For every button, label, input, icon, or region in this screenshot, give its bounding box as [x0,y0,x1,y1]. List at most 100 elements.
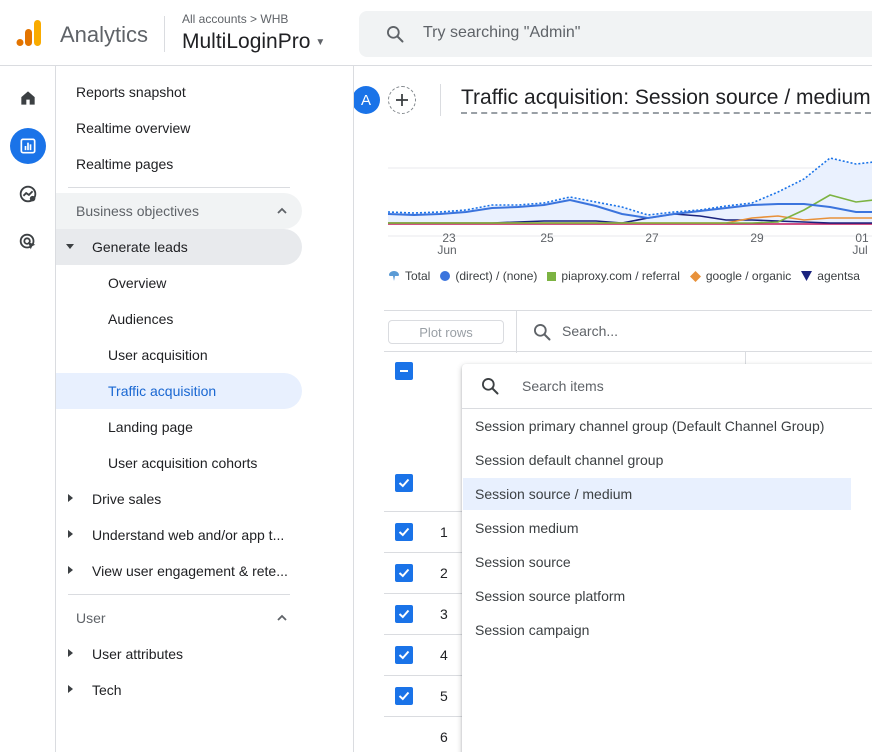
x-tick-day: 27 [645,231,659,245]
nav-tech[interactable]: Tech [56,672,302,708]
legend-item-google[interactable]: google / organic [689,269,792,283]
explore-icon [19,185,37,203]
global-search[interactable]: Try searching "Admin" [359,11,872,57]
table-search-input[interactable]: Search... [562,323,618,339]
nav-divider [68,187,290,188]
controls-divider [516,311,517,353]
search-icon [387,26,404,43]
analytics-app: Analytics All accounts > WHB MultiLoginP… [0,0,872,752]
dropdown-option[interactable]: Session medium [463,512,851,544]
nav-view-engagement-label: View user engagement & rete... [92,563,288,579]
triangle-marker-icon [801,271,813,281]
row-number: 2 [440,565,448,581]
line-chart-svg: 23Jun25 27 29 01Jul [387,157,872,257]
nav-reports-snapshot[interactable]: Reports snapshot [56,74,302,110]
nav-view-engagement[interactable]: View user engagement & rete... [56,553,302,589]
nav-audiences[interactable]: Audiences [56,301,302,337]
row-checkbox[interactable] [395,564,413,582]
triangle-right-icon [68,685,73,693]
x-tick-day: 25 [540,231,554,245]
header-divider [164,16,165,52]
top-bar: Analytics All accounts > WHB MultiLoginP… [0,0,872,66]
nav-drive-sales[interactable]: Drive sales [56,481,302,517]
chevron-up-icon [277,207,287,214]
chevron-up-icon [277,614,287,621]
plot-rows-button[interactable]: Plot rows [388,320,504,344]
dropdown-option[interactable]: Session source platform [463,580,851,612]
add-comparison-button[interactable] [388,86,416,114]
minus-icon [400,370,408,372]
comparison-avatar[interactable]: A [354,86,380,114]
nav-business-objectives[interactable]: Business objectives [56,193,302,229]
row-number: 1 [440,524,448,540]
legend-item-piaproxy[interactable]: piaproxy.com / referral [547,269,680,283]
report-header: A Traffic acquisition: Session source / … [354,66,872,132]
x-tick-month: Jul [852,243,867,257]
dropdown-option[interactable]: Session source [463,546,851,578]
nav-traffic-acquisition[interactable]: Traffic acquisition [56,373,302,409]
nav-understand-web[interactable]: Understand web and/or app t... [56,517,302,553]
legend-label-google: google / organic [705,269,792,283]
legend-item-direct[interactable]: (direct) / (none) [440,269,537,283]
legend-item-agents[interactable]: agentsa [801,269,860,283]
dropdown-search[interactable]: Search items [462,364,872,409]
nav-realtime-overview[interactable]: Realtime overview [56,110,302,146]
nav-user-attributes-label: User attributes [92,646,184,662]
nav-divider [68,594,290,595]
check-icon [398,527,410,537]
report-title[interactable]: Traffic acquisition: Session source / me… [461,86,871,114]
legend-label-direct: (direct) / (none) [455,269,538,283]
row-checkbox[interactable] [395,523,413,541]
x-tick-day: 29 [750,231,764,245]
dropdown-search-input[interactable]: Search items [522,378,604,394]
reports-nav: Reports snapshot Realtime overview Realt… [56,66,354,752]
row-checkbox[interactable] [395,646,413,664]
nav-understand-web-label: Understand web and/or app t... [92,527,285,543]
triangle-down-icon [66,244,74,249]
nav-landing-page[interactable]: Landing page [56,409,302,445]
triangle-right-icon [68,494,73,502]
circle-marker-icon [440,271,451,281]
rail-explore-button[interactable] [10,176,46,212]
rail-advertising-button[interactable] [10,224,46,260]
row-number: 5 [440,688,448,704]
legend-item-total[interactable]: Total [388,269,430,283]
brand-name: Analytics [60,22,149,47]
nav-user-section-label: User [76,610,106,626]
row-checkbox[interactable] [395,605,413,623]
nav-generate-leads[interactable]: Generate leads [56,229,302,265]
search-placeholder: Try searching "Admin" [423,24,581,41]
account-breadcrumb[interactable]: All accounts > WHB [182,12,288,26]
rail-reports-button[interactable] [10,128,46,164]
nav-user-acquisition-cohorts[interactable]: User acquisition cohorts [56,445,302,481]
diamond-marker-icon [689,270,701,282]
nav-drive-sales-label: Drive sales [92,491,162,507]
check-icon [398,568,410,578]
chart-x-ticks: 23Jun25 27 29 01Jul [437,231,869,257]
table-controls: Plot rows Search... [384,310,872,353]
account-selector[interactable]: MultiLoginPro ▼ [182,30,325,54]
rail-home-button[interactable] [10,80,46,116]
nav-user-attributes[interactable]: User attributes [56,636,302,672]
triangle-right-icon [68,649,73,657]
x-tick-month: Jun [437,243,456,257]
nav-realtime-pages[interactable]: Realtime pages [56,146,302,182]
row-checkbox[interactable] [395,687,413,705]
nav-user-section[interactable]: User [56,600,302,636]
nav-business-objectives-label: Business objectives [76,203,199,219]
total-marker-icon [389,271,399,281]
dropdown-option[interactable]: Session primary channel group (Default C… [463,410,851,442]
legend-label-agents: agentsa [817,269,860,283]
bar-chart-icon [20,138,36,154]
totals-checkbox[interactable] [395,474,413,492]
dropdown-option[interactable]: Session campaign [463,614,851,646]
home-icon [21,91,35,105]
nav-user-acquisition[interactable]: User acquisition [56,337,302,373]
search-icon [534,324,551,341]
dropdown-option[interactable]: Session default channel group [463,444,851,476]
dropdown-option-selected[interactable]: Session source / medium [463,478,851,510]
nav-overview[interactable]: Overview [56,265,302,301]
row-number: 6 [440,729,448,745]
triangle-right-icon [68,530,73,538]
select-all-checkbox[interactable] [395,362,413,380]
